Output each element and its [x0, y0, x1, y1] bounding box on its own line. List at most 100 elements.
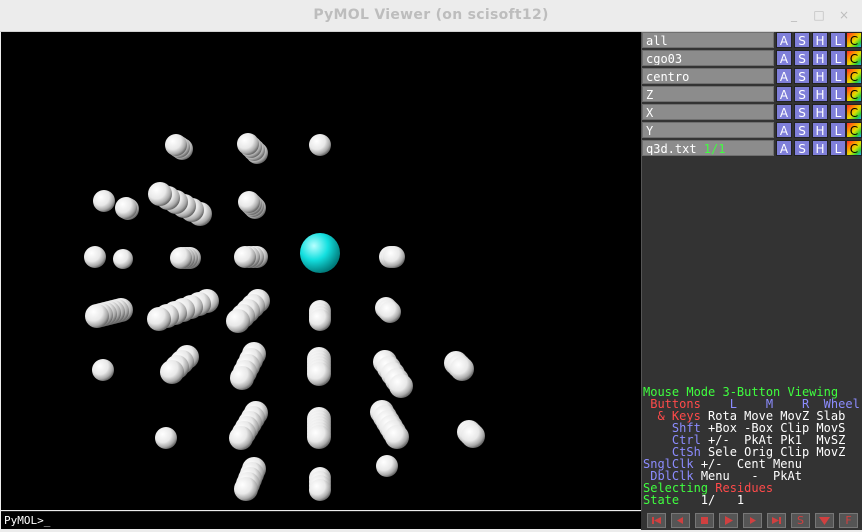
- object-s-menu-button[interactable]: S: [794, 32, 810, 48]
- atom-sphere[interactable]: [165, 134, 187, 156]
- object-c-menu-button[interactable]: C: [846, 68, 862, 84]
- atom-sphere[interactable]: [92, 359, 114, 381]
- object-l-menu-button[interactable]: L: [830, 50, 846, 66]
- atom-sphere[interactable]: [376, 455, 398, 477]
- playback-controls: S F: [641, 511, 862, 530]
- scene-button[interactable]: S: [791, 513, 810, 528]
- atom-sphere[interactable]: [113, 249, 133, 269]
- object-s-menu-button[interactable]: S: [794, 68, 810, 84]
- first-frame-button[interactable]: [647, 513, 666, 528]
- play-button[interactable]: [719, 513, 738, 528]
- down-button[interactable]: [815, 513, 834, 528]
- object-s-menu-button[interactable]: S: [794, 86, 810, 102]
- previous-frame-button[interactable]: [671, 513, 690, 528]
- scene-canvas[interactable]: [1, 32, 641, 510]
- atom-sphere[interactable]: [309, 134, 331, 156]
- atom-sphere[interactable]: [226, 309, 250, 333]
- object-h-menu-button[interactable]: H: [812, 32, 828, 48]
- object-l-menu-button[interactable]: L: [830, 32, 846, 48]
- object-row[interactable]: all A S H L C: [642, 32, 862, 49]
- object-l-menu-button[interactable]: L: [830, 68, 846, 84]
- atom-sphere[interactable]: [93, 190, 115, 212]
- object-name-button[interactable]: X: [642, 104, 774, 120]
- atom-sphere[interactable]: [85, 304, 109, 328]
- atom-sphere[interactable]: [309, 309, 331, 331]
- object-a-menu-button[interactable]: A: [776, 104, 792, 120]
- play-icon: [725, 516, 733, 525]
- object-l-menu-button[interactable]: L: [830, 122, 846, 138]
- maximize-button[interactable]: □: [812, 8, 826, 22]
- atom-sphere[interactable]: [385, 425, 409, 449]
- object-s-menu-button[interactable]: S: [794, 140, 810, 156]
- window-titlebar[interactable]: PyMOL Viewer (on scisoft12) _ □ ×: [0, 0, 862, 32]
- atom-sphere[interactable]: [307, 362, 331, 386]
- object-c-menu-button[interactable]: C: [846, 50, 862, 66]
- object-h-menu-button[interactable]: H: [812, 140, 828, 156]
- atom-sphere[interactable]: [383, 246, 405, 268]
- last-frame-button[interactable]: [767, 513, 786, 528]
- atom-sphere[interactable]: [450, 357, 474, 381]
- atom-sphere[interactable]: [309, 479, 331, 501]
- atom-sphere[interactable]: [115, 197, 137, 219]
- object-row[interactable]: cgo03 A S H L C: [642, 50, 862, 67]
- object-s-menu-button[interactable]: S: [794, 122, 810, 138]
- centro-sphere[interactable]: [300, 233, 340, 273]
- object-a-menu-button[interactable]: A: [776, 122, 792, 138]
- object-h-menu-button[interactable]: H: [812, 50, 828, 66]
- object-c-menu-button[interactable]: C: [846, 32, 862, 48]
- object-l-menu-button[interactable]: L: [830, 104, 846, 120]
- object-row[interactable]: ZASHLC: [642, 86, 862, 103]
- atom-sphere[interactable]: [234, 246, 256, 268]
- close-button[interactable]: ×: [837, 8, 851, 22]
- atom-sphere[interactable]: [234, 477, 258, 501]
- object-name-button[interactable]: cgo03: [642, 50, 774, 66]
- object-h-menu-button[interactable]: H: [812, 68, 828, 84]
- object-c-menu-button[interactable]: C: [846, 140, 862, 156]
- object-a-menu-button[interactable]: A: [776, 50, 792, 66]
- atom-sphere[interactable]: [147, 307, 171, 331]
- object-row[interactable]: YASHLC: [642, 122, 862, 139]
- atom-sphere[interactable]: [237, 133, 259, 155]
- atom-sphere[interactable]: [379, 301, 401, 323]
- object-name-button[interactable]: Z: [642, 86, 774, 102]
- atom-sphere[interactable]: [307, 425, 331, 449]
- object-name-button[interactable]: centro: [642, 68, 774, 84]
- object-c-menu-button[interactable]: C: [846, 104, 862, 120]
- atom-sphere[interactable]: [238, 191, 260, 213]
- object-l-menu-button[interactable]: L: [830, 86, 846, 102]
- minimize-button[interactable]: _: [787, 8, 801, 22]
- atom-sphere[interactable]: [160, 360, 184, 384]
- object-name-button[interactable]: q3d.txt 1/1: [642, 140, 774, 156]
- molecule-viewport[interactable]: [1, 32, 641, 510]
- object-row[interactable]: centro A S H L C: [642, 68, 862, 85]
- object-name-button[interactable]: Y: [642, 122, 774, 138]
- atom-sphere[interactable]: [461, 424, 485, 448]
- stop-button[interactable]: [695, 513, 714, 528]
- command-line[interactable]: PyMOL>_: [1, 511, 641, 529]
- mouse-mode-legend: Mouse Mode 3-Button Viewing Buttons L M …: [643, 386, 861, 506]
- atom-sphere[interactable]: [155, 427, 177, 449]
- atom-sphere[interactable]: [230, 366, 254, 390]
- object-s-menu-button[interactable]: S: [794, 50, 810, 66]
- atom-sphere[interactable]: [170, 247, 192, 269]
- atom-sphere[interactable]: [229, 426, 253, 450]
- object-l-menu-button[interactable]: L: [830, 140, 846, 156]
- object-c-menu-button[interactable]: C: [846, 86, 862, 102]
- atom-sphere[interactable]: [389, 374, 413, 398]
- object-h-menu-button[interactable]: H: [812, 104, 828, 120]
- object-name-button[interactable]: all: [642, 32, 774, 48]
- object-h-menu-button[interactable]: H: [812, 86, 828, 102]
- object-a-menu-button[interactable]: A: [776, 68, 792, 84]
- atom-sphere[interactable]: [148, 182, 172, 206]
- object-row[interactable]: q3d.txt 1/1 A S H L C: [642, 140, 862, 157]
- next-frame-button[interactable]: [743, 513, 762, 528]
- object-a-menu-button[interactable]: A: [776, 32, 792, 48]
- object-c-menu-button[interactable]: C: [846, 122, 862, 138]
- fullscreen-button[interactable]: F: [839, 513, 858, 528]
- atom-sphere[interactable]: [84, 246, 106, 268]
- object-row[interactable]: XASHLC: [642, 104, 862, 121]
- object-a-menu-button[interactable]: A: [776, 140, 792, 156]
- object-a-menu-button[interactable]: A: [776, 86, 792, 102]
- object-h-menu-button[interactable]: H: [812, 122, 828, 138]
- object-s-menu-button[interactable]: S: [794, 104, 810, 120]
